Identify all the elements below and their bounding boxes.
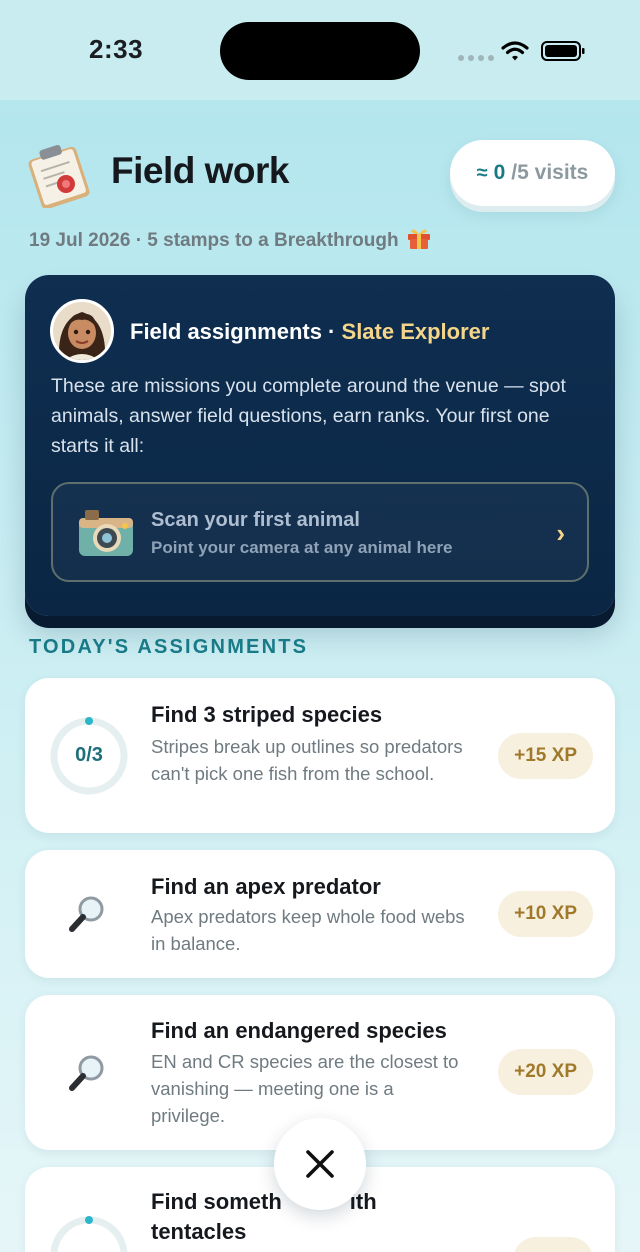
signal-icon — [458, 55, 494, 61]
progress-ring — [50, 1216, 128, 1252]
visits-count: 0 — [493, 161, 506, 184]
magnifier-icon — [69, 896, 104, 932]
chevron-right-icon: › — [556, 518, 565, 548]
wifi-icon — [501, 41, 529, 61]
progress-label: 0/3 — [75, 744, 103, 766]
task-description: EN and CR species are the closest to van… — [151, 1051, 459, 1126]
close-button[interactable] — [274, 1118, 366, 1210]
explorer-rank: Slate Explorer — [341, 319, 490, 344]
xp-badge: +15 XP — [498, 733, 593, 779]
assignments-description: These are missions you complete around t… — [51, 375, 566, 457]
xp-badge: +20 XP — [498, 1049, 593, 1095]
task-card-striped[interactable]: 0/3 Find 3 striped species Stripes break… — [25, 678, 615, 833]
camera-icon — [79, 510, 133, 556]
battery-icon — [541, 41, 585, 61]
scan-subtitle: Point your camera at any animal here — [151, 538, 453, 557]
task-description: Stripes break up outlines so predators c… — [151, 736, 463, 784]
dynamic-island — [220, 22, 420, 80]
task-title-start: Find someth — [151, 1189, 282, 1214]
clipboard-icon — [28, 144, 90, 208]
assignments-heading: Field assignments · Slate Explorer — [130, 319, 489, 345]
page-title: Field work — [111, 150, 289, 191]
task-title: Find 3 striped species — [151, 702, 383, 727]
scan-title: Scan your first animal — [151, 509, 360, 531]
magnifier-icon — [69, 1055, 104, 1091]
task-title: Find an apex predator — [151, 874, 381, 899]
task-title: Find an endangered species — [151, 1018, 447, 1043]
avatar-explorer — [50, 299, 114, 363]
visits-approx: ≈ — [476, 161, 488, 184]
page-subtitle: 19 Jul 2026 · 5 stamps to a Breakthrough — [29, 226, 432, 252]
scan-first-animal-button[interactable]: Scan your first animal Point your camera… — [51, 482, 589, 582]
xp-badge: +10 XP — [498, 891, 593, 937]
subtitle-text: 19 Jul 2026 · 5 stamps to a Breakthrough — [29, 230, 399, 251]
xp-badge — [513, 1237, 593, 1252]
visits-total: /5 visits — [511, 161, 589, 184]
field-assignments-card: Field assignments · Slate Explorer These… — [25, 275, 615, 616]
assignments-heading-text: Field assignments · — [130, 319, 336, 344]
close-icon — [306, 1150, 334, 1178]
task-card-apex[interactable]: Find an apex predator Apex predators kee… — [25, 850, 615, 978]
task-title-line2: tentacles — [151, 1219, 247, 1244]
gift-icon — [407, 229, 430, 249]
section-label-today: TODAY'S ASSIGNMENTS — [29, 636, 309, 658]
visits-counter[interactable]: ≈ 0 /5 visits — [450, 140, 615, 206]
status-bar: 2:33 — [0, 0, 640, 100]
status-time: 2:33 — [89, 34, 144, 64]
task-description: Apex predators keep whole food webs in b… — [151, 906, 465, 954]
